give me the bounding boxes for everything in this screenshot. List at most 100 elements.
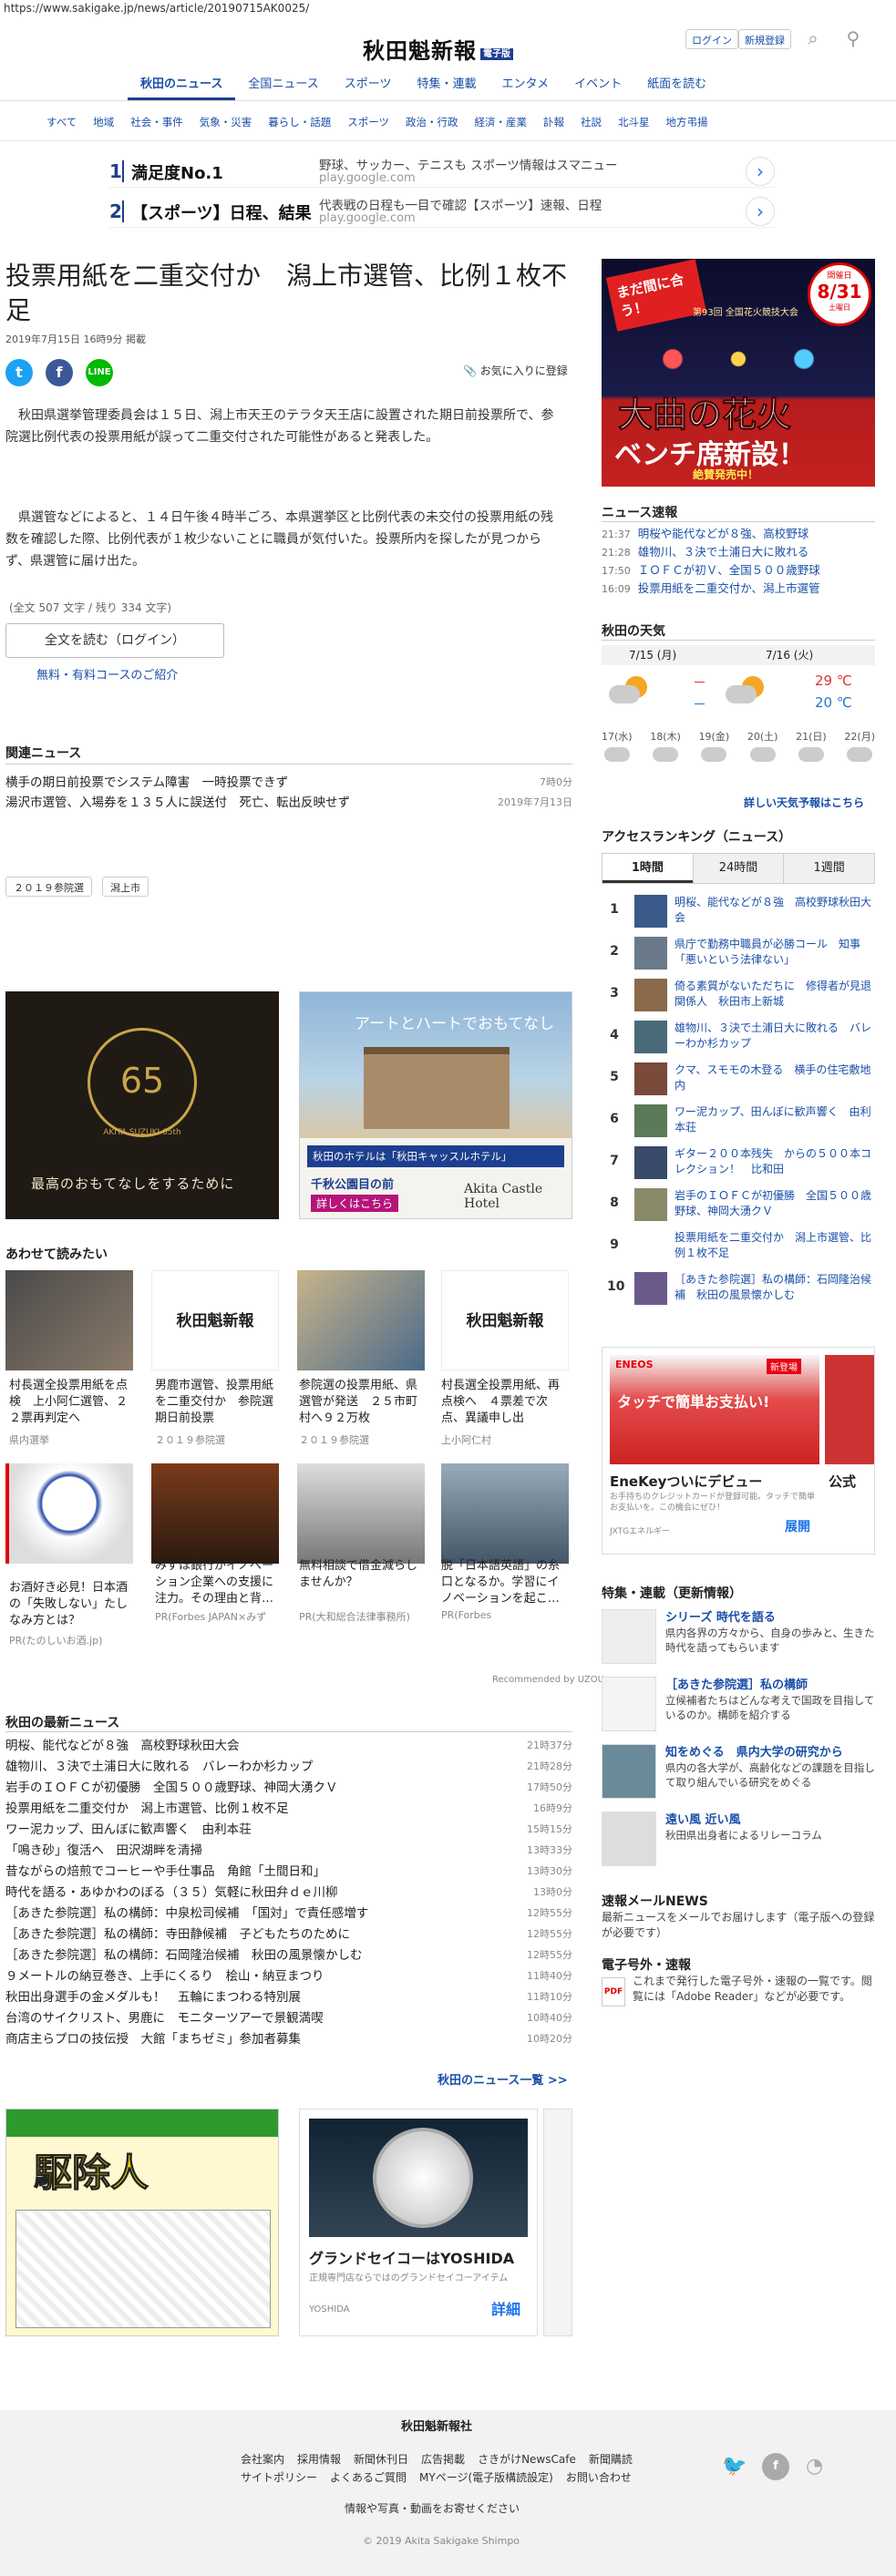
footer-link[interactable]: お問い合わせ [566, 2469, 632, 2485]
ranking-item[interactable]: 4 雄物川、３決で土浦日大に敗れる バレーわか杉カップ [602, 1019, 875, 1057]
latest-item[interactable]: 明桜、能代などが８強 高校野球秋田大会 21時37分 [5, 1737, 572, 1755]
favorite-button[interactable]: 📎 お気に入りに登録 [463, 363, 568, 378]
footer-submit-link[interactable]: 情報や写真・動画をお寄せください [345, 2500, 520, 2516]
search-icon[interactable]: ⚲ [842, 27, 864, 49]
clip-icon[interactable]: ⌕ [802, 27, 824, 49]
nav-features[interactable]: 特集・連載 [404, 75, 489, 100]
recommend-title[interactable]: 脱「日本語英語」の糸口となるか。学習にイノベーションを起こ… [441, 1558, 569, 1607]
related-item[interactable]: 湯沢市選管、入場券を１３５人に誤送付 死亡、転出反映せず 2019年7月13日 [5, 793, 572, 813]
ranking-item[interactable]: 1 明桜、能代などが８強 高校野球秋田大会 [602, 893, 875, 931]
subnav-local[interactable]: 地方弔揚 [658, 115, 716, 133]
facebook-icon[interactable]: f [46, 359, 73, 386]
recommend-title[interactable]: 村長選全投票用紙を点検 上小阿仁選管、２２票再判定へ [9, 1378, 137, 1427]
latest-item[interactable]: 昔ながらの焙煎でコーヒーや手仕事品 角館「土間日和」 13時30分 [5, 1863, 572, 1881]
flash-item[interactable]: 21:37 明桜や能代などが８強、高校野球 [602, 525, 875, 543]
footer-link[interactable]: よくあるご質問 [330, 2469, 407, 2485]
latest-item[interactable]: 商店主らプロの技伝授 大館「まちゼミ」参加者募集 10時20分 [5, 2030, 572, 2048]
related-item[interactable]: 横手の期日前投票でシステム障害 一時投票できず 7時0分 [5, 773, 572, 793]
recommend-title[interactable]: みずほ銀行がイノベーション企業への支援に注力。その理由と背… [155, 1558, 283, 1607]
tab-24hours[interactable]: 24時間 [692, 854, 784, 883]
thumbnail[interactable] [441, 1463, 569, 1564]
footer-link[interactable]: 広告掲載 [421, 2451, 465, 2467]
register-button[interactable]: 新規登録 [738, 29, 791, 49]
subnav-sports[interactable]: スポーツ [339, 115, 397, 133]
castle-hotel-banner[interactable]: アートとハートでおもてなし 秋田のホテルは「秋田キャッスルホテル」 千秋公園目の… [299, 991, 572, 1219]
ranking-item[interactable]: 10 ［あきた参院選］私の構師：石岡隆治候補 秋田の風景懐かしむ [602, 1270, 875, 1309]
subnav-all[interactable]: すべて [38, 115, 85, 133]
tab-1hour[interactable]: 1時間 [602, 854, 693, 883]
eneos-cta[interactable]: 展開 [785, 1517, 810, 1535]
subnav-life[interactable]: 暮らし・話題 [260, 115, 339, 133]
latest-item[interactable]: 雄物川、３決で土浦日大に敗れる バレーわか杉カップ 21時28分 [5, 1758, 572, 1776]
logo-thumbnail[interactable]: 秋田魁新報 [441, 1270, 569, 1370]
latest-item[interactable]: ［あきた参院選］私の構師：石岡隆治候補 秋田の風景懐かしむ 12時55分 [5, 1946, 572, 1965]
flash-item[interactable]: 16:09 投票用紙を二重交付か、潟上市選管 [602, 580, 875, 598]
recommend-title[interactable]: 無料相談で借金減らしませんか？ [299, 1558, 427, 1591]
flash-item[interactable]: 17:50 ＩＯＦＣが初Ｖ、全国５００歳野球 [602, 561, 875, 580]
recommend-title[interactable]: お酒好き必見！日本酒の「失敗しない」たしなみ方とは？ [9, 1580, 137, 1629]
thumbnail[interactable] [297, 1463, 425, 1564]
weather-link[interactable]: 詳しい天気予報はこちら [744, 795, 864, 810]
ranking-item[interactable]: 9 投票用紙を二重交付か 潟上市選管、比例１枚不足 [602, 1228, 875, 1267]
ranking-item[interactable]: 7 ギター２００本残失 からの５００本コレクション！ 比和田 [602, 1144, 875, 1183]
latest-item[interactable]: ９メートルの納豆巻き、上手にくるり 桧山・納豆まつり 11時40分 [5, 1967, 572, 1986]
latest-item[interactable]: 時代を語る・あゆかわのぼる（３５）気軽に秋田弁ｄｅ川柳 13時0分 [5, 1883, 572, 1902]
subnav-weather[interactable]: 気象・災害 [191, 115, 261, 133]
footer-link[interactable]: 新聞購読 [589, 2451, 633, 2467]
nav-events[interactable]: イベント [561, 75, 634, 100]
latest-item[interactable]: ［あきた参院選］私の構師：寺田静候補 子どもたちのために 12時55分 [5, 1925, 572, 1944]
tab-1week[interactable]: 1週間 [783, 854, 875, 883]
facebook-icon[interactable]: f [762, 2453, 789, 2480]
footer-link[interactable]: さきがけNewsCafe [478, 2451, 576, 2467]
twitter-icon[interactable]: t [5, 359, 33, 386]
subnav-region[interactable]: 地域 [85, 115, 122, 133]
login-button[interactable]: ログイン [685, 29, 738, 49]
thumbnail[interactable] [5, 1270, 133, 1370]
text-ad[interactable]: 2 【スポーツ】日程、結果 代表戦の日程も一目で確認【スポーツ】速報、日程 pl… [109, 193, 775, 228]
course-link[interactable]: 無料・有料コースのご紹介 [36, 665, 178, 682]
footer-link[interactable]: 採用情報 [297, 2451, 341, 2467]
banner-cta-button[interactable]: 詳しくはこちら [311, 1195, 399, 1212]
thumbnail[interactable] [5, 1463, 133, 1564]
latest-item[interactable]: 「鳴き砂」復活へ 田沢湖畔を清掃 13時33分 [5, 1842, 572, 1860]
subnav-editorial[interactable]: 社説 [572, 115, 610, 133]
manga-ad[interactable]: 駆除人 [5, 2109, 279, 2336]
footer-link[interactable]: 会社案内 [241, 2451, 284, 2467]
special-item[interactable]: 知をめぐる 県内大学の研究から 県内の各大学が、高齢化などの課題を目指して取り組ん… [602, 1742, 875, 1804]
ad-carousel-next[interactable] [543, 2109, 572, 2336]
recommend-title[interactable]: 参院選の投票用紙、県選管が発送 ２５市町村へ９２万枚 [299, 1378, 427, 1427]
chevron-right-icon[interactable]: › [746, 157, 775, 186]
latest-item[interactable]: 台湾のサイクリスト、男鹿に モニターツアーで景観満喫 10時40分 [5, 2009, 572, 2027]
special-item[interactable]: シリーズ 時代を語る 県内各界の方々から、自身の歩みと、生きた時代を語ってもらいま… [602, 1607, 875, 1669]
thumbnail[interactable] [297, 1270, 425, 1370]
subnav-obituary[interactable]: 訃報 [535, 115, 572, 133]
site-logo[interactable]: 秋田魁新報 電子版 [363, 33, 518, 64]
latest-item[interactable]: 投票用紙を二重交付か 潟上市選管、比例１枚不足 16時9分 [5, 1800, 572, 1818]
subnav-hokutosei[interactable]: 北斗星 [610, 115, 658, 133]
nav-paper[interactable]: 紙面を読む [634, 75, 719, 100]
subnav-society[interactable]: 社会・事件 [122, 115, 191, 133]
ranking-item[interactable]: 5 クマ、スモモの木登る 横手の住宅敷地内 [602, 1061, 875, 1099]
text-ad[interactable]: 1 満足度No.1 野球、サッカー、テニスも スポーツ情報はスマニュー play… [109, 153, 775, 188]
nav-akita-news[interactable]: 秋田のニュース [128, 75, 236, 100]
special-item[interactable]: 遠い風 近い風 秋田県出身者によるリレーコラム [602, 1810, 875, 1872]
nav-national-news[interactable]: 全国ニュース [235, 75, 331, 100]
hanabi-ad[interactable]: まだ間に合う！ 開催日 8/31 土曜日 第93回 全国花火競技大会 大曲の花火… [602, 259, 875, 487]
more-news-link[interactable]: 秋田のニュース一覧 >> [438, 2070, 568, 2088]
subnav-politics[interactable]: 政治・行政 [397, 115, 467, 133]
rss-icon[interactable]: ◔ [806, 2455, 823, 2478]
suzuki-banner[interactable]: 65 AKITA SUZUKI 65th 最高のおもてなしをするために [5, 991, 279, 1219]
nav-sports[interactable]: スポーツ [332, 75, 405, 100]
twitter-icon[interactable]: 🐦 [722, 2455, 747, 2478]
ranking-item[interactable]: 2 県庁で勤務中職員が必勝コール 知事「悪いという法律ない」 [602, 935, 875, 973]
latest-item[interactable]: ワー泥カップ、田んぼに歓声響く 由利本荘 15時15分 [5, 1821, 572, 1839]
chevron-right-icon[interactable]: › [746, 197, 775, 226]
footer-link[interactable]: サイトポリシー [241, 2469, 317, 2485]
footer-link[interactable]: MYページ(電子版構読設定) [419, 2469, 553, 2485]
thumbnail[interactable] [151, 1463, 279, 1564]
tag[interactable]: ２０１９参院選 [5, 877, 92, 897]
nav-entertainment[interactable]: エンタメ [489, 75, 561, 100]
logo-thumbnail[interactable]: 秋田魁新報 [151, 1270, 279, 1370]
read-full-button[interactable]: 全文を読む（ログイン） [5, 623, 224, 658]
ranking-item[interactable]: 8 岩手のＩＯＦＣが初優勝 全国５００歳野球、神岡大湧クＶ [602, 1186, 875, 1225]
